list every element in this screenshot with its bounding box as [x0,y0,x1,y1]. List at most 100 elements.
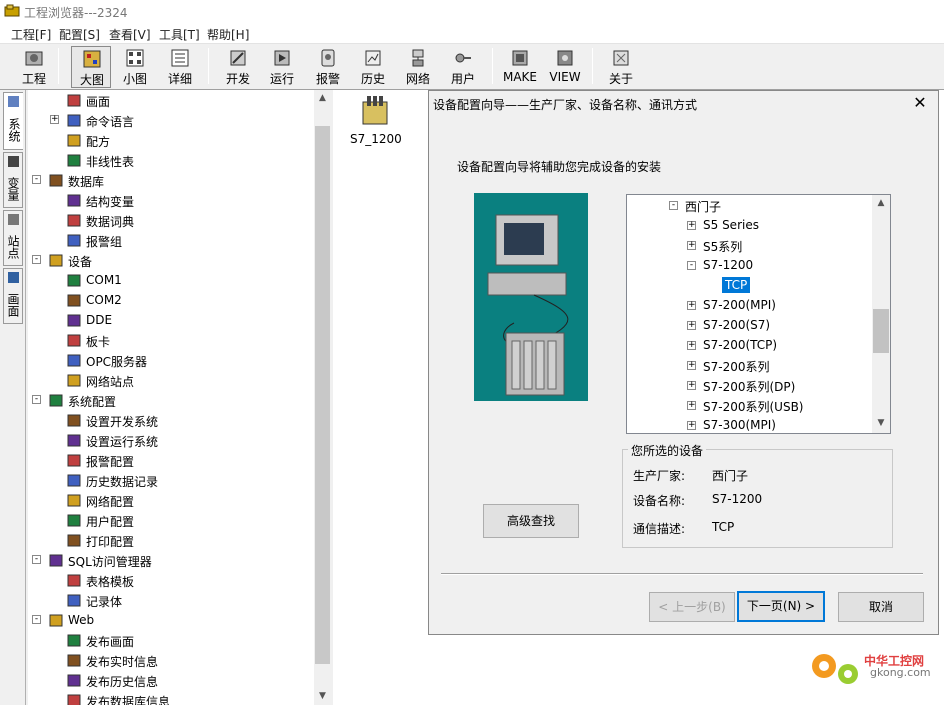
collapse-icon[interactable]: - [32,395,41,404]
device-tree-item[interactable]: + S7-200(MPI) [627,296,871,316]
tree-item[interactable]: 历史数据记录 [28,471,314,491]
toolbar-about-button[interactable]: 关于 [601,46,641,88]
expand-icon[interactable]: + [687,321,696,330]
device-tree-item[interactable]: - 西门子 [627,196,871,216]
device-tree-item[interactable]: + S7-200(TCP) [627,336,871,356]
expand-icon[interactable]: + [687,301,696,310]
collapse-icon[interactable]: - [32,555,41,564]
advanced-search-button[interactable]: 高级查找 [483,504,579,538]
device-tree-item[interactable]: + S7-200系列 [627,356,871,376]
tree-item[interactable]: 数据词典 [28,211,314,231]
collapse-icon[interactable]: - [32,615,41,624]
tree-item[interactable]: 配方 [28,131,314,151]
close-icon[interactable]: ✕ [910,93,930,113]
tree-item[interactable]: 用户配置 [28,511,314,531]
publish-screen-icon [67,634,81,647]
toolbar-run-button[interactable]: 运行 [262,46,302,88]
device-tree-item[interactable]: + S7-200系列(DP) [627,376,871,396]
tree-item[interactable]: 结构变量 [28,191,314,211]
toolbar-develop-button[interactable]: 开发 [218,46,258,88]
tree-item[interactable]: OPC服务器 [28,351,314,371]
tree-item[interactable]: 打印配置 [28,531,314,551]
scroll-down-arrow[interactable]: ▼ [314,688,331,705]
device-tree-item[interactable]: + S7-200系列(USB) [627,396,871,416]
tree-item[interactable]: COM2 [28,291,314,311]
expand-icon[interactable]: + [687,341,696,350]
toolbar-small-icon-button[interactable]: 小图 [115,46,155,88]
tree-item[interactable]: DDE [28,311,314,331]
device-item-s7-1200[interactable]: S7_1200 [348,92,402,152]
tree-item[interactable]: 画面 [28,91,314,111]
prev-button[interactable]: < 上一步(B) [649,592,735,622]
tree-item[interactable]: 设置运行系统 [28,431,314,451]
collapse-icon[interactable]: - [32,175,41,184]
device-tree-item[interactable]: - S7-1200 [627,256,871,276]
scroll-up-arrow[interactable]: ▲ [314,90,331,107]
cancel-button[interactable]: 取消 [838,592,924,622]
tree-item[interactable]: 报警组 [28,231,314,251]
tree-item[interactable]: 网络站点 [28,371,314,391]
next-button[interactable]: 下一页(N) > [737,591,825,622]
toolbar-network-button[interactable]: 网络 [398,46,438,88]
tree-item[interactable]: + 命令语言 [28,111,314,131]
tab-variables[interactable]: 变量 [3,152,23,208]
collapse-icon[interactable]: - [687,261,696,270]
tab-system[interactable]: 系统 [3,92,23,150]
tree-item[interactable]: 发布实时信息 [28,651,314,671]
scroll-thumb[interactable] [315,126,330,664]
run-icon [274,50,290,66]
menu-view[interactable]: 查看[V] [109,26,151,43]
toolbar-detail-button[interactable]: 详细 [160,46,200,88]
menu-project[interactable]: 工程[F] [11,26,51,43]
expand-icon[interactable]: + [687,401,696,410]
menu-help[interactable]: 帮助[H] [207,26,249,43]
tree-item[interactable]: - SQL访问管理器 [28,551,314,571]
tab-stations[interactable]: 站点 [3,210,23,266]
toolbar-user-button[interactable]: 用户 [443,46,483,88]
expand-icon[interactable]: + [50,115,59,124]
tree-item[interactable]: 板卡 [28,331,314,351]
device-tree-item[interactable]: + S7-200(S7) [627,316,871,336]
expand-icon[interactable]: + [687,361,696,370]
tree-item[interactable]: 报警配置 [28,451,314,471]
toolbar-large-icon-button[interactable]: 大图 [71,46,111,88]
device-tree-item[interactable]: + S5系列 [627,236,871,256]
tree-item[interactable]: 发布数据库信息 [28,691,314,705]
collapse-icon[interactable]: - [32,255,41,264]
tree-item[interactable]: - 设备 [28,251,314,271]
tree-item[interactable]: 非线性表 [28,151,314,171]
toolbar-history-button[interactable]: 历史 [353,46,393,88]
scroll-down-arrow[interactable]: ▼ [872,415,890,432]
tree-item[interactable]: 设置开发系统 [28,411,314,431]
expand-icon[interactable]: + [687,421,696,430]
device-tree-item[interactable]: + S7-300(MPI) [627,416,871,436]
tree-item[interactable]: 网络配置 [28,491,314,511]
tree-item[interactable]: COM1 [28,271,314,291]
device-tree-item-selected[interactable]: TCP [627,276,871,296]
collapse-icon[interactable]: - [669,201,678,210]
device-tree-item[interactable]: + S5 Series [627,216,871,236]
menu-tools[interactable]: 工具[T] [159,26,200,43]
toolbar-alarm-button[interactable]: 报警 [308,46,348,88]
tree-item[interactable]: 表格模板 [28,571,314,591]
tab-screens[interactable]: 画面 [3,268,23,324]
scroll-up-arrow[interactable]: ▲ [872,195,890,212]
tree-item[interactable]: - 系统配置 [28,391,314,411]
tree-item[interactable]: - 数据库 [28,171,314,191]
tree-item[interactable]: 发布画面 [28,631,314,651]
toolbar-view-button[interactable]: VIEW [545,46,585,88]
scroll-thumb[interactable] [873,309,889,353]
device-name-label: 设备名称: [633,494,686,508]
tree-item[interactable]: 发布历史信息 [28,671,314,691]
expand-icon[interactable]: + [687,241,696,250]
device-tree-scrollbar[interactable]: ▲ ▼ [872,195,890,433]
tree-item[interactable]: - Web [28,611,314,631]
toolbar-project-button[interactable]: 工程 [14,46,54,88]
expand-icon[interactable]: + [687,221,696,230]
device-tree-view[interactable]: - 西门子 + S5 Series + S5系列 - S7-1200 TCP + S7-200(MP… [626,194,891,434]
expand-icon[interactable]: + [687,381,696,390]
tree-scrollbar[interactable]: ▲ ▼ [314,90,331,705]
toolbar-make-button[interactable]: MAKE [500,46,540,88]
tree-item[interactable]: 记录体 [28,591,314,611]
menu-config[interactable]: 配置[S] [59,26,100,43]
